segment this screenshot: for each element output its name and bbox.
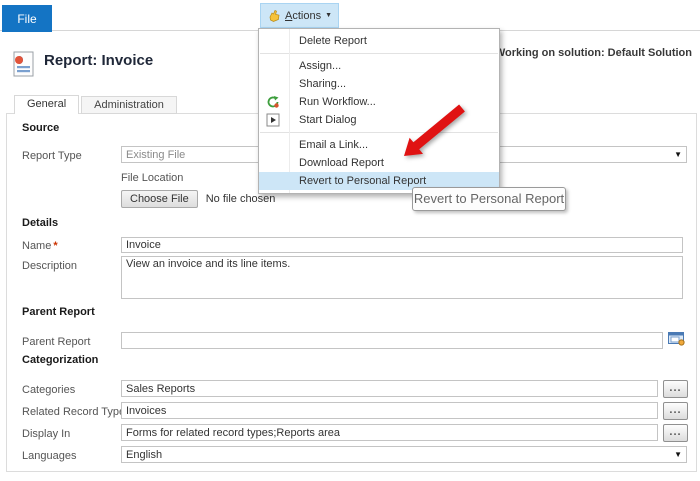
revert-tooltip: Revert to Personal Report: [412, 187, 566, 211]
actions-hand-icon: [267, 9, 281, 23]
chevron-down-icon: ▼: [325, 12, 332, 19]
description-textarea[interactable]: View an invoice and its line items.: [121, 256, 683, 299]
related-record-types-field[interactable]: Invoices: [121, 402, 658, 419]
page-title: Report: Invoice: [44, 52, 153, 69]
file-chosen-status: No file chosen: [206, 193, 276, 205]
tab-bar: General Administration: [14, 95, 179, 114]
choose-file-button[interactable]: Choose File: [121, 190, 198, 208]
related-record-types-ellipsis-button[interactable]: ...: [663, 402, 688, 420]
display-in-ellipsis-button[interactable]: ...: [663, 424, 688, 442]
dropdown-arrow-icon: ▼: [674, 151, 682, 159]
file-location-label: File Location: [121, 172, 183, 184]
dropdown-arrow-icon: ▼: [674, 451, 682, 459]
run-workflow-icon: [266, 95, 280, 109]
report-type-label: Report Type: [22, 150, 82, 162]
section-parent-report: Parent Report: [22, 306, 95, 318]
report-entity-icon: [13, 51, 35, 80]
menu-item-assign[interactable]: Assign...: [259, 57, 499, 75]
file-tab[interactable]: File: [2, 5, 52, 32]
languages-select[interactable]: English ▼: [121, 446, 687, 463]
display-in-label: Display In: [22, 428, 70, 440]
categories-ellipsis-button[interactable]: ...: [663, 380, 688, 398]
categories-field[interactable]: Sales Reports: [121, 380, 658, 397]
menu-item-sharing[interactable]: Sharing...: [259, 75, 499, 93]
display-in-field[interactable]: Forms for related record types;Reports a…: [121, 424, 658, 441]
name-input[interactable]: [121, 237, 683, 253]
file-tab-label: File: [17, 12, 36, 26]
working-on-solution-label: Working on solution: Default Solution: [495, 47, 692, 59]
actions-button[interactable]: Actions ▼: [260, 3, 339, 28]
actions-label: Actions: [285, 10, 321, 22]
required-marker: *: [53, 240, 57, 252]
section-source: Source: [22, 122, 59, 134]
tab-administration[interactable]: Administration: [81, 96, 177, 114]
related-record-types-label: Related Record Types: [22, 406, 131, 418]
parent-report-lookup-button[interactable]: [666, 331, 686, 349]
section-details: Details: [22, 217, 58, 229]
menu-item-delete-report[interactable]: Delete Report: [259, 32, 499, 50]
description-label: Description: [22, 260, 77, 272]
tab-general[interactable]: General: [14, 95, 79, 114]
languages-label: Languages: [22, 450, 76, 462]
red-annotation-arrow: [390, 100, 482, 172]
parent-report-label: Parent Report: [22, 336, 90, 348]
start-dialog-icon: [266, 113, 280, 127]
categories-label: Categories: [22, 384, 75, 396]
parent-report-lookup-field[interactable]: [121, 332, 663, 349]
toolbar: [0, 0, 700, 31]
section-categorization: Categorization: [22, 354, 98, 366]
menu-separator: [260, 53, 498, 54]
lookup-icon: [668, 332, 685, 349]
name-label: Name*: [22, 240, 58, 252]
